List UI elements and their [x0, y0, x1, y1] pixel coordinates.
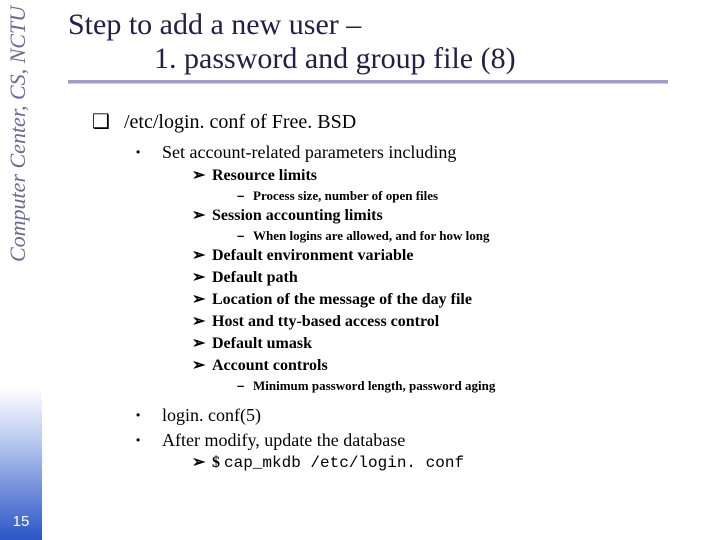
arrow-bullet-icon: ➢: [192, 268, 205, 288]
session-limits-text: Session accounting limits: [212, 206, 700, 226]
square-bullet-icon: ❑: [92, 110, 110, 135]
item-resource-limits: ➢ Resource limits: [192, 166, 700, 186]
item-host-tty: ➢ Host and tty-based access control: [192, 312, 700, 332]
item-umask: ➢ Default umask: [192, 334, 700, 354]
arrow-bullet-icon: ➢: [192, 166, 205, 186]
resource-limits-detail-text: Process size, number of open files: [253, 188, 700, 204]
umask-text: Default umask: [212, 334, 700, 354]
cmd-code: cap_mkdb /etc/login. conf: [224, 454, 464, 472]
arrow-bullet-icon: ➢: [192, 356, 205, 376]
sidebar-label: Computer Center, CS, NCTU: [6, 6, 36, 386]
slide-title: Step to add a new user – 1. password and…: [68, 8, 700, 84]
set-params-text: Set account-related parameters including: [162, 141, 700, 164]
resource-limits-text: Resource limits: [212, 166, 700, 186]
heading-text: /etc/login. conf of Free. BSD: [124, 110, 700, 135]
dash-bullet-icon: –: [237, 228, 244, 244]
slide: Computer Center, CS, NCTU 15 Step to add…: [0, 0, 720, 540]
dash-bullet-icon: –: [237, 378, 244, 394]
cmd-dollar-prefix: $: [212, 454, 220, 471]
title-underline: [68, 80, 668, 84]
title-line-1: Step to add a new user –: [68, 8, 700, 42]
item-session-limits: ➢ Session accounting limits: [192, 206, 700, 226]
login-conf-man-text: login. conf(5): [162, 404, 700, 427]
default-env-text: Default environment variable: [212, 246, 700, 266]
slide-body: ❑ /etc/login. conf of Free. BSD • Set ac…: [92, 110, 700, 473]
bullet-set-params: • Set account-related parameters includi…: [136, 141, 700, 164]
item-capmkdb-command: ➢ $ cap_mkdb /etc/login. conf: [192, 453, 700, 473]
item-motd: ➢ Location of the message of the day fil…: [192, 290, 700, 310]
dot-bullet-icon: •: [136, 145, 140, 160]
host-tty-text: Host and tty-based access control: [212, 312, 700, 332]
title-line-2: 1. password and group file (8): [68, 42, 700, 76]
arrow-bullet-icon: ➢: [192, 453, 205, 473]
account-controls-detail-text: Minimum password length, password aging: [253, 378, 700, 394]
arrow-bullet-icon: ➢: [192, 206, 205, 226]
arrow-bullet-icon: ➢: [192, 312, 205, 332]
capmkdb-text: $ cap_mkdb /etc/login. conf: [212, 453, 700, 473]
motd-text: Location of the message of the day file: [212, 290, 700, 310]
account-controls-text: Account controls: [212, 356, 700, 376]
item-session-limits-detail: – When logins are allowed, and for how l…: [237, 228, 700, 244]
item-account-controls: ➢ Account controls: [192, 356, 700, 376]
after-modify-text: After modify, update the database: [162, 429, 700, 452]
arrow-bullet-icon: ➢: [192, 334, 205, 354]
session-limits-detail-text: When logins are allowed, and for how lon…: [253, 228, 700, 244]
bullet-login-conf-man: • login. conf(5): [136, 404, 700, 427]
arrow-bullet-icon: ➢: [192, 246, 205, 266]
dot-bullet-icon: •: [136, 408, 140, 423]
dash-bullet-icon: –: [237, 188, 244, 204]
bullet-heading: ❑ /etc/login. conf of Free. BSD: [92, 110, 700, 135]
bullet-after-modify: • After modify, update the database: [136, 429, 700, 452]
arrow-bullet-icon: ➢: [192, 290, 205, 310]
page-number: 15: [0, 513, 42, 530]
item-resource-limits-detail: – Process size, number of open files: [237, 188, 700, 204]
item-default-env: ➢ Default environment variable: [192, 246, 700, 266]
default-path-text: Default path: [212, 268, 700, 288]
dot-bullet-icon: •: [136, 433, 140, 448]
item-default-path: ➢ Default path: [192, 268, 700, 288]
item-account-controls-detail: – Minimum password length, password agin…: [237, 378, 700, 394]
